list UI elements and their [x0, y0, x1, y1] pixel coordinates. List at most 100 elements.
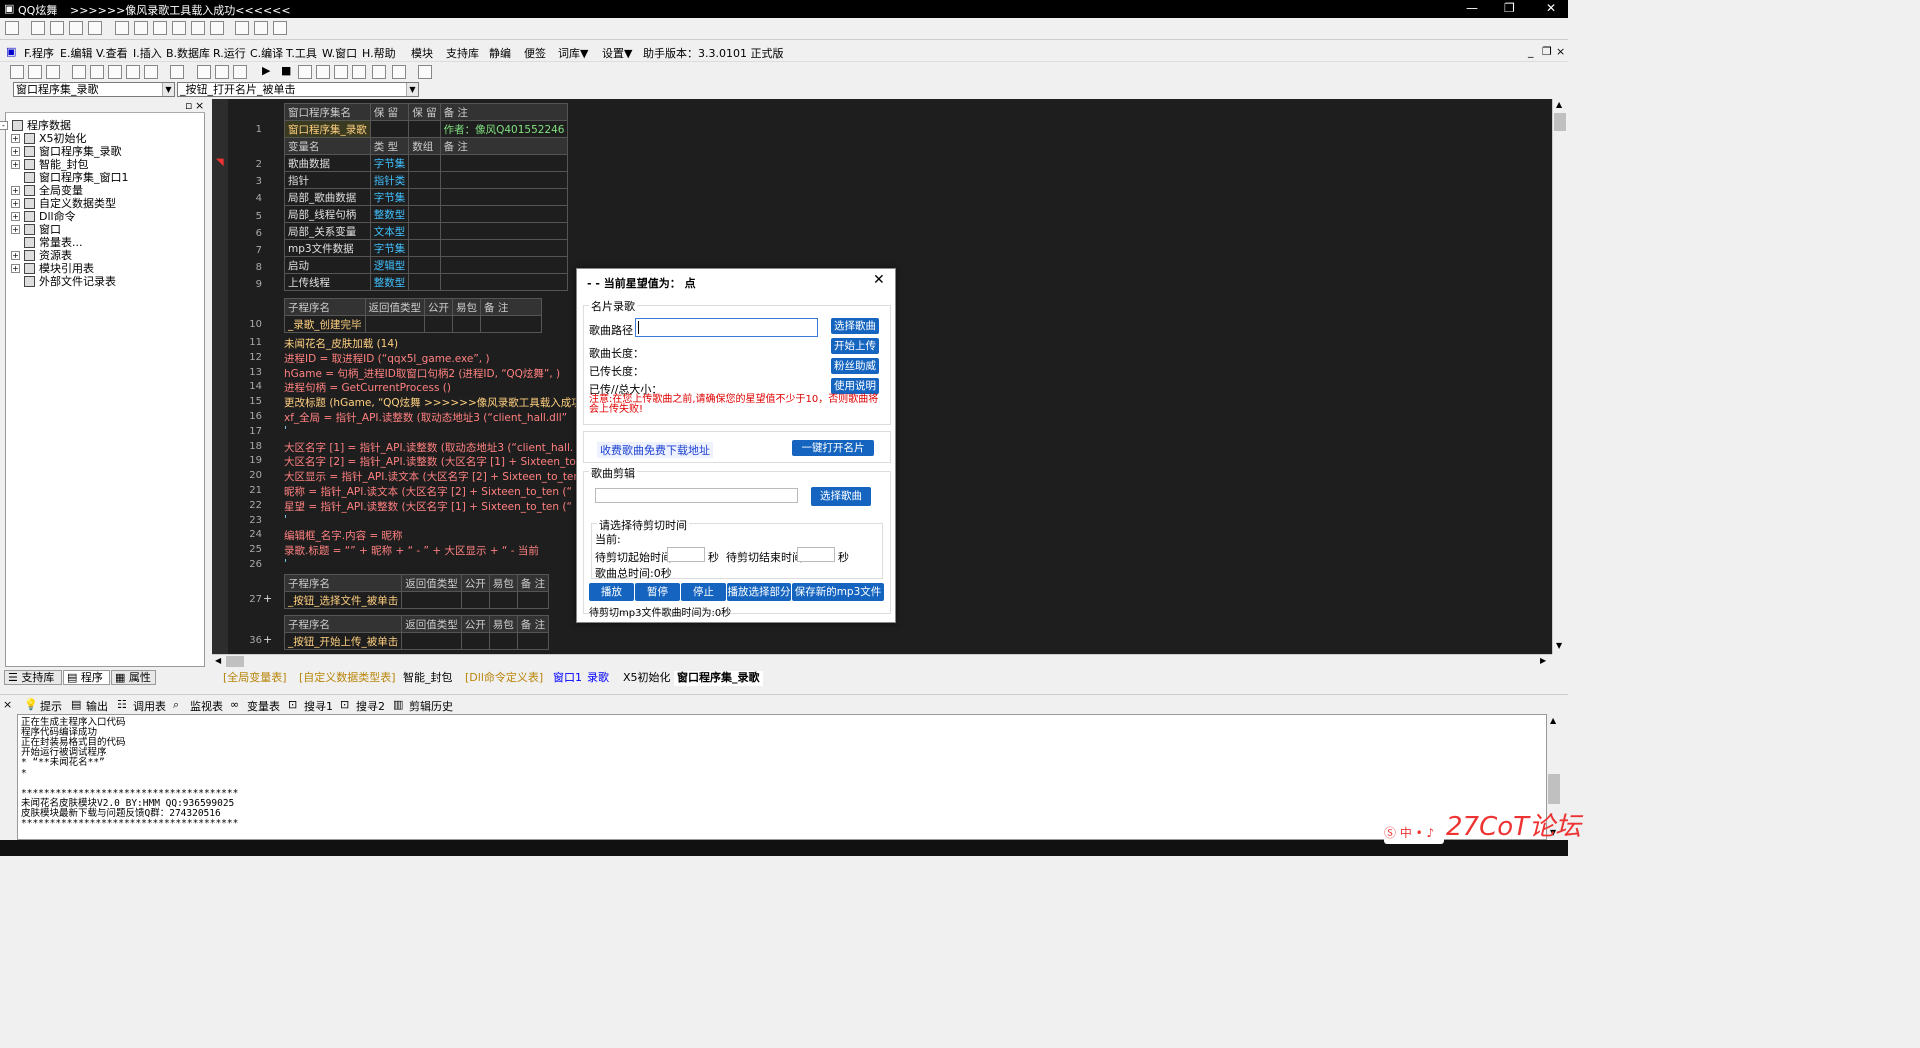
- code-line[interactable]: 进程句柄 = GetCurrentProcess (): [284, 380, 451, 395]
- menu-tools[interactable]: T.工具: [286, 45, 317, 61]
- undo-icon[interactable]: [126, 65, 140, 79]
- editor-horizontal-scrollbar[interactable]: ◀ ▶: [212, 654, 1552, 668]
- tree-node[interactable]: + 资源表: [5, 249, 200, 262]
- toolbar-icon[interactable]: [115, 21, 129, 35]
- minimize-button[interactable]: —: [1466, 1, 1478, 15]
- binoculars-icon[interactable]: [418, 65, 432, 79]
- code-line[interactable]: 大区名字 [1] = 指针_API.读整数 (取动态地址3 (“client_h…: [284, 440, 573, 455]
- start-upload-button[interactable]: 开始上传: [831, 338, 879, 354]
- editor-tab[interactable]: 智能_封包: [400, 671, 456, 686]
- panel-close-icon[interactable]: ×: [195, 99, 204, 112]
- assembly-select[interactable]: 窗口程序集_录歌 ▼: [13, 82, 175, 97]
- clip-file-input[interactable]: [595, 488, 798, 503]
- code-line[interactable]: 大区显示 = 指针_API.读文本 (大区名字 [2] + Sixteen_to…: [284, 469, 580, 484]
- mdi-close-icon[interactable]: ×: [1556, 45, 1565, 58]
- tab-hint[interactable]: 提示: [40, 698, 62, 714]
- save-icon[interactable]: [46, 65, 60, 79]
- code-line[interactable]: hGame = 句柄_进程ID取窗口句柄2 (进程ID, “QQ炫舞”, ): [284, 366, 560, 381]
- code-line[interactable]: 大区名字 [2] = 指针_API.读整数 (大区名字 [1] + Sixtee…: [284, 454, 576, 469]
- scroll-left-icon[interactable]: ◀: [215, 656, 221, 665]
- expand-icon[interactable]: +: [263, 592, 272, 605]
- tree-node[interactable]: + 窗口程序集_录歌: [5, 145, 200, 158]
- toolbar-icon[interactable]: [210, 21, 224, 35]
- editor-tab[interactable]: [全局变量表]: [220, 671, 290, 686]
- tree-node[interactable]: + 窗口: [5, 223, 200, 236]
- menu-database[interactable]: B.数据库: [166, 45, 210, 61]
- scroll-down-icon[interactable]: ▼: [1556, 641, 1562, 650]
- step-icon[interactable]: [352, 65, 366, 79]
- menu-support-lib[interactable]: 支持库: [446, 45, 479, 61]
- scroll-right-icon[interactable]: ▶: [1540, 656, 1546, 665]
- tab-properties[interactable]: ▦ 属性: [111, 670, 156, 685]
- close-icon[interactable]: ✕: [873, 272, 885, 288]
- select-song-button-2[interactable]: 选择歌曲: [811, 487, 871, 506]
- step-icon[interactable]: [334, 65, 348, 79]
- tree-node[interactable]: 常量表...: [5, 236, 200, 249]
- menu-help[interactable]: H.帮助: [362, 45, 396, 61]
- step-icon[interactable]: [298, 65, 312, 79]
- toolbar-icon[interactable]: [69, 21, 83, 35]
- panel-close-icon[interactable]: ×: [3, 698, 12, 711]
- editor-tab[interactable]: 窗口程序集_录歌: [674, 671, 763, 686]
- scroll-up-icon[interactable]: ▲: [1556, 100, 1562, 109]
- tree-node[interactable]: + 全局变量: [5, 184, 200, 197]
- free-download-link[interactable]: 收费歌曲免费下载地址: [597, 442, 713, 458]
- tree-node[interactable]: + 智能_封包: [5, 158, 200, 171]
- redo-icon[interactable]: [144, 65, 158, 79]
- table-row[interactable]: 指针 指针类: [284, 171, 569, 189]
- code-line[interactable]: 昵称 = 指针_API.读文本 (大区名字 [2] + Sixteen_to_t…: [284, 484, 572, 499]
- code-line[interactable]: 星望 = 指针_API.读整数 (大区名字 [1] + Sixteen_to_t…: [284, 499, 572, 514]
- step-icon[interactable]: [316, 65, 330, 79]
- assembly-name[interactable]: 窗口程序集_录歌: [284, 120, 371, 138]
- subroutine-select[interactable]: _按钮_打开名片_被单击 ▼: [177, 82, 419, 97]
- scroll-thumb[interactable]: [226, 656, 244, 667]
- editor-tab[interactable]: 录歌: [584, 671, 612, 686]
- code-line[interactable]: ': [284, 558, 287, 570]
- menu-window[interactable]: W.窗口: [322, 45, 357, 61]
- copy-icon[interactable]: [90, 65, 104, 79]
- subroutine-name[interactable]: _按钮_开始上传_被单击: [283, 632, 403, 650]
- subroutine-name[interactable]: _录歌_创建完毕: [284, 315, 366, 333]
- pause-button[interactable]: 暂停: [635, 583, 680, 601]
- layout-icon[interactable]: [197, 65, 211, 79]
- expand-toggle-icon[interactable]: -: [0, 121, 8, 130]
- tree-node[interactable]: + 自定义数据类型: [5, 197, 200, 210]
- menu-view[interactable]: V.查看: [96, 45, 128, 61]
- mdi-restore-icon[interactable]: ❐: [1542, 45, 1552, 58]
- play-button[interactable]: 播放: [589, 583, 634, 601]
- scroll-thumb[interactable]: [1554, 113, 1566, 131]
- tab-call-table[interactable]: 调用表: [133, 698, 166, 714]
- menu-thesaurus[interactable]: 词库▼: [558, 45, 588, 61]
- menu-compile[interactable]: C.编译: [250, 45, 283, 61]
- code-line[interactable]: 更改标题 (hGame, “QQ炫舞 >>>>>>像风录歌工具载入成功<<<<<: [284, 395, 626, 410]
- toolbar-icon[interactable]: [273, 21, 287, 35]
- toolbar-icon[interactable]: [50, 21, 64, 35]
- table-row[interactable]: 局部_关系变量 文本型: [284, 222, 569, 240]
- ime-toolbar[interactable]: Ⓢ 中 • ♪: [1384, 824, 1444, 844]
- toolbar-icon[interactable]: [172, 21, 186, 35]
- step-icon[interactable]: [372, 65, 386, 79]
- toolbar-icon[interactable]: [254, 21, 268, 35]
- cut-icon[interactable]: [72, 65, 86, 79]
- tree-node[interactable]: 外部文件记录表: [5, 275, 200, 288]
- editor-tab[interactable]: [Dll命令定义表]: [462, 671, 546, 686]
- code-line[interactable]: 录歌.标题 = “” + 昵称 + “ - ” + 大区显示 + “ - 当前: [284, 543, 539, 558]
- instructions-button[interactable]: 使用说明: [831, 378, 879, 394]
- code-line[interactable]: 编辑框_名字.内容 = 昵称: [284, 528, 403, 543]
- table-row[interactable]: 局部_歌曲数据 字节集: [284, 188, 569, 206]
- expand-toggle-icon[interactable]: +: [11, 251, 20, 260]
- mdi-minimize-icon[interactable]: _: [1528, 45, 1534, 58]
- open-file-icon[interactable]: [28, 65, 42, 79]
- song-path-input[interactable]: [635, 318, 818, 337]
- toolbar-icon[interactable]: [134, 21, 148, 35]
- expand-toggle-icon[interactable]: +: [11, 199, 20, 208]
- stop-button[interactable]: 停止: [681, 583, 726, 601]
- code-line[interactable]: 未闻花名_皮肤加载 (14): [284, 336, 398, 351]
- menu-program[interactable]: F.程序: [24, 45, 54, 61]
- code-line[interactable]: xf_全局 = 指针_API.读整数 (取动态地址3 (“client_hall…: [284, 410, 567, 425]
- tree-node[interactable]: 窗口程序集_窗口1: [5, 171, 200, 184]
- expand-toggle-icon[interactable]: +: [11, 186, 20, 195]
- toolbar-icon[interactable]: [235, 21, 249, 35]
- tree-node[interactable]: - 程序数据: [0, 119, 188, 132]
- menu-edit[interactable]: E.编辑: [60, 45, 92, 61]
